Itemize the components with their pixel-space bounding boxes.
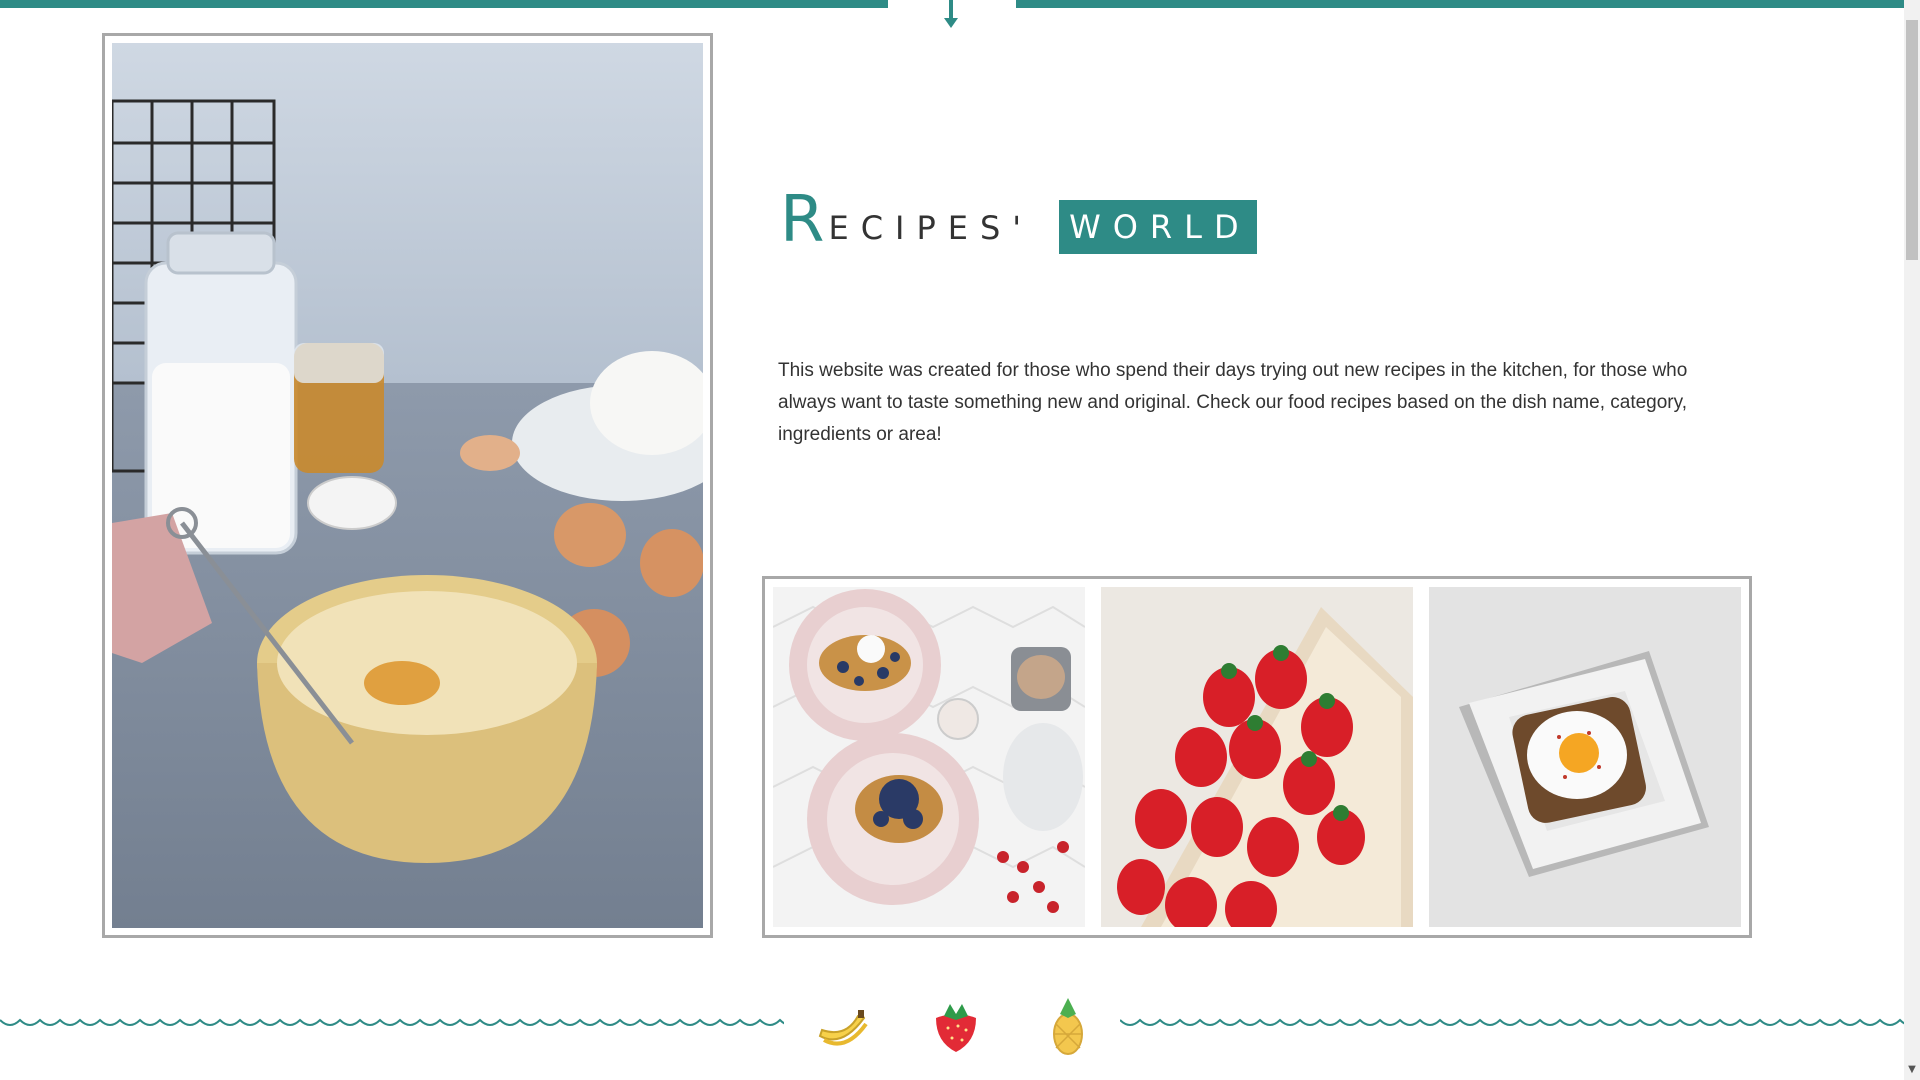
wave-divider-left: [0, 1018, 784, 1026]
strawberry-icon: [936, 1004, 976, 1052]
scroll-down-arrow-icon[interactable]: [938, 0, 964, 30]
gallery-image-egg-toast: [1429, 587, 1741, 927]
title-first-letter: R: [780, 183, 825, 257]
waffles-illustration: [773, 587, 1085, 927]
scrollbar-down-arrow-icon[interactable]: ▼: [1906, 1064, 1918, 1076]
top-accent-bar-left: [0, 0, 888, 8]
banana-icon: [818, 1010, 868, 1046]
title-rest: ECIPES': [828, 209, 1034, 247]
egg-toast-illustration: [1429, 587, 1741, 927]
pineapple-icon: [1053, 998, 1083, 1055]
title-badge: WORLD: [1059, 200, 1257, 254]
baking-scene-illustration: [112, 43, 703, 928]
gallery-frame: [762, 576, 1752, 938]
hero-image-frame: [102, 33, 713, 938]
scrollbar-thumb[interactable]: [1906, 20, 1918, 260]
strawberries-illustration: [1101, 587, 1413, 927]
hero-image: [112, 43, 703, 928]
intro-description: This website was created for those who s…: [778, 360, 1688, 445]
gallery-image-strawberries: [1101, 587, 1413, 927]
top-accent-bar-right: [1016, 0, 1904, 8]
page-title: R ECIPES' WORLD: [780, 178, 1257, 257]
wave-divider-right: [1120, 1018, 1904, 1026]
gallery-image-waffles: [773, 587, 1085, 927]
